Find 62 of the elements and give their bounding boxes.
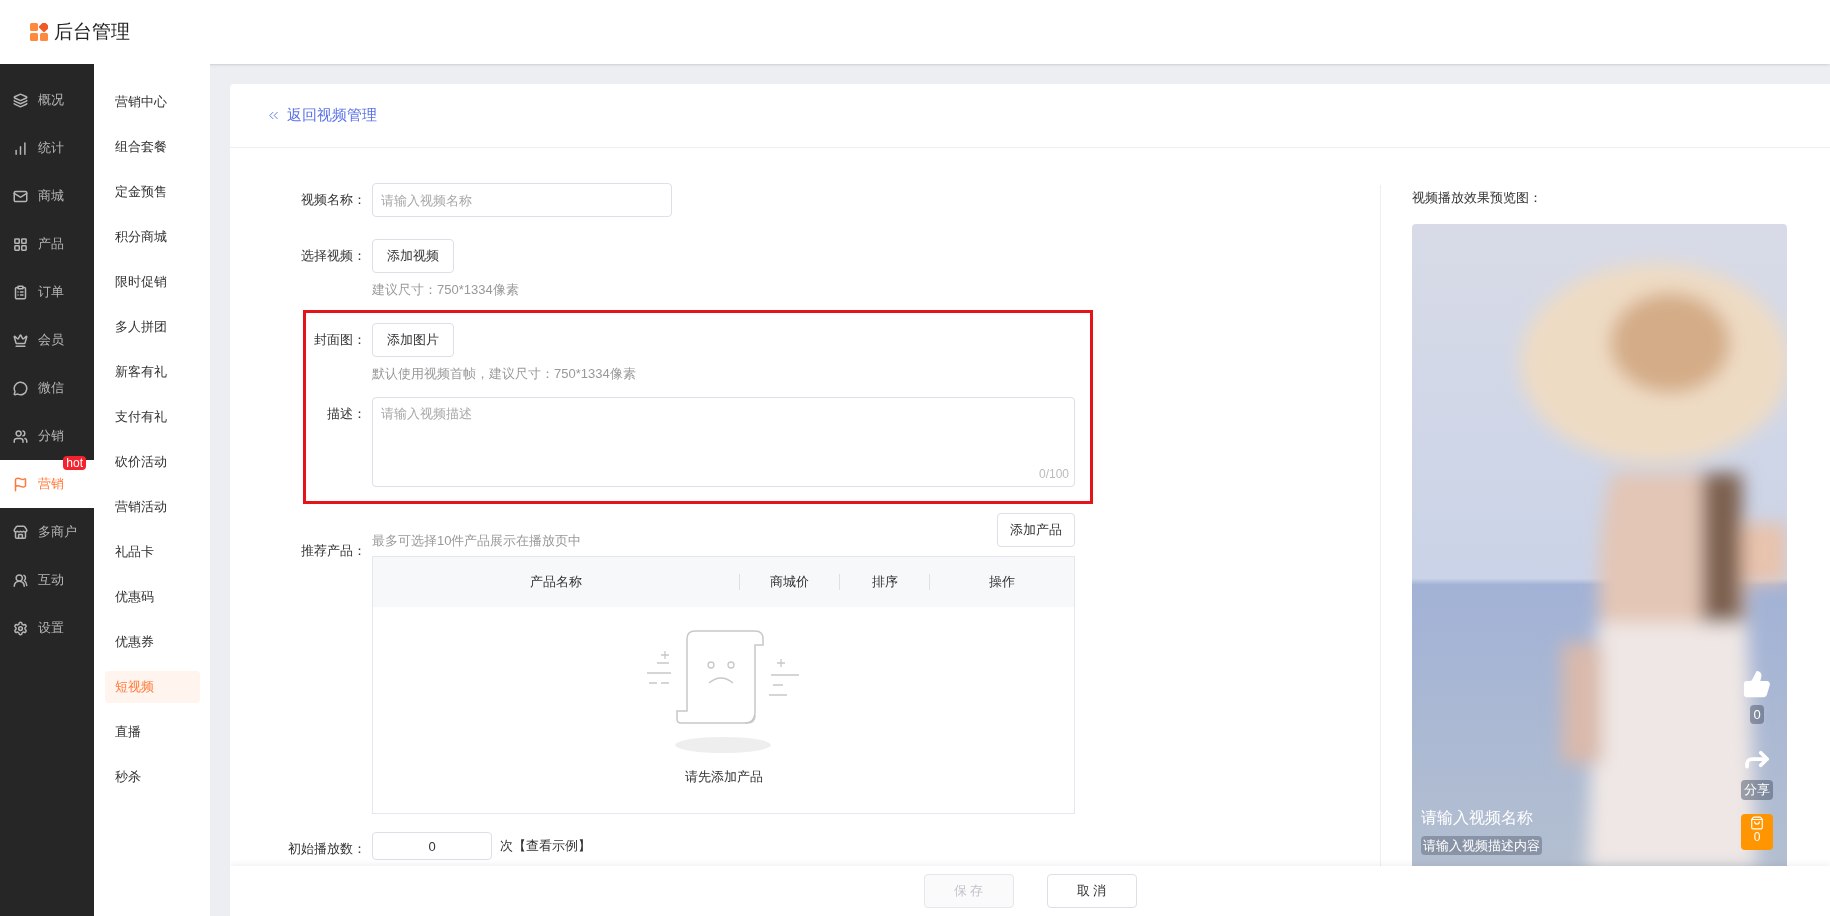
hot-badge: hot: [63, 456, 86, 470]
preview-title: 视频播放效果预览图：: [1412, 189, 1543, 207]
field-label: 封面图：: [313, 331, 367, 349]
character-counter: 0/100: [1038, 466, 1069, 483]
submenu-item[interactable]: 营销活动: [105, 490, 200, 523]
add-product-button[interactable]: 添加产品: [997, 513, 1075, 547]
column-header: 商城价: [770, 573, 809, 592]
submenu-item[interactable]: 支付有礼: [105, 400, 200, 433]
submenu-item[interactable]: 优惠码: [105, 580, 200, 613]
back-link[interactable]: 返回视频管理: [266, 104, 377, 127]
clipboard-icon: [13, 284, 28, 300]
users-icon: [13, 572, 28, 588]
cart-count: 0: [1753, 829, 1761, 844]
video-title: 请输入视频名称: [1421, 807, 1534, 828]
unit-text: 次: [500, 837, 513, 855]
submenu-item[interactable]: 秒杀: [105, 760, 200, 793]
chart-icon: [13, 140, 28, 156]
column-header: 产品名称: [530, 573, 582, 592]
field-label: 推荐产品：: [300, 542, 367, 560]
submenu-item[interactable]: 营销中心: [105, 85, 200, 118]
users-icon: [13, 428, 28, 444]
column-header: 排序: [871, 573, 898, 592]
chat-icon: [13, 380, 28, 396]
field-label: 描述：: [326, 405, 367, 423]
submenu-item[interactable]: 多人拼团: [105, 310, 200, 343]
play-count-input[interactable]: 0: [372, 832, 492, 860]
like-count: 0: [1750, 704, 1764, 724]
submenu-item[interactable]: 礼品卡: [105, 535, 200, 568]
bag-icon: [1750, 815, 1764, 830]
submenu-item[interactable]: 新客有礼: [105, 355, 200, 388]
view-example-link[interactable]: 【查看示例】: [513, 832, 591, 860]
field-label: 选择视频：: [300, 247, 367, 265]
name-input[interactable]: 请输入视频名称: [372, 183, 672, 217]
hint-text: 建议尺寸：750*1334像素: [372, 281, 519, 299]
submenu-item[interactable]: 直播: [105, 715, 200, 748]
submenu-item[interactable]: 积分商城: [105, 220, 200, 253]
grid-icon: [13, 236, 28, 252]
submenu-item[interactable]: 砍价活动: [105, 445, 200, 478]
share-label: 分享: [1741, 780, 1773, 800]
add-button[interactable]: 添加视频: [372, 239, 454, 273]
crown-icon: [13, 332, 28, 348]
settings-icon: [13, 620, 28, 636]
submenu-item[interactable]: 限时促销: [105, 265, 200, 298]
like-icon[interactable]: [1742, 668, 1772, 699]
products-note: 最多可选择10件产品展示在播放页中: [372, 531, 582, 550]
submenu-item[interactable]: 优惠券: [105, 625, 200, 658]
add-button[interactable]: 添加图片: [372, 323, 454, 357]
envelope-icon: [13, 188, 28, 204]
logo-icon: [30, 23, 48, 41]
cancel-button[interactable]: 取 消: [1046, 874, 1137, 908]
submenu-item[interactable]: 组合套餐: [105, 130, 200, 163]
video-description: 请输入视频描述内容: [1421, 835, 1542, 855]
submenu-item[interactable]: 定金预售: [105, 175, 200, 208]
empty-message: 请先添加产品: [684, 768, 763, 786]
layers-icon: [13, 92, 28, 108]
field-label: 视频名称：: [300, 191, 367, 209]
store-icon: [13, 524, 28, 540]
field-label: 初始播放数：: [287, 840, 367, 858]
column-header: 操作: [989, 573, 1015, 592]
hint-text: 默认使用视频首帧，建议尺寸：750*1334像素: [372, 365, 636, 383]
flag-icon: [13, 476, 28, 492]
app-title: 后台管理: [54, 19, 130, 44]
